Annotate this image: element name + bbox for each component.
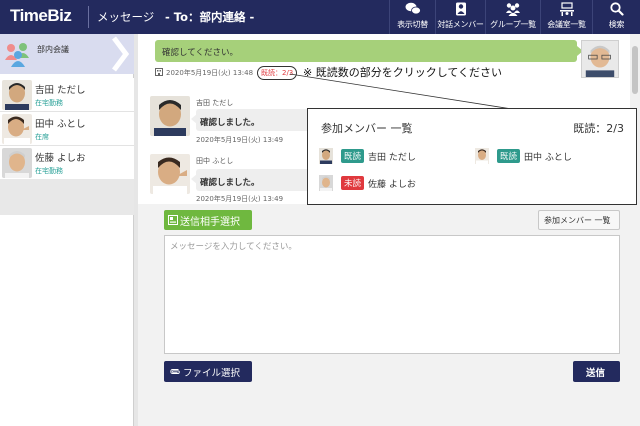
- popup-member-name: 田中 ふとし: [524, 153, 572, 163]
- message-time: 2020年5月19日(火) 13:49: [196, 136, 284, 144]
- message-text: 確認しました。: [200, 118, 260, 128]
- nav-group-list[interactable]: グループ一覧: [485, 0, 540, 34]
- building-icon: [155, 68, 163, 76]
- popup-member-name: 吉田 ただし: [368, 153, 416, 163]
- nav-label: 対話メンバー: [437, 20, 484, 29]
- sidebar: 部内会議 吉田 ただし 在宅勤務 田中 ふとし 在席 佐藤 よしお 在宅勤務: [0, 34, 134, 426]
- popup-member-sato[interactable]: 未読 佐藤 よしお: [319, 174, 459, 192]
- group-room-icon: [5, 43, 29, 67]
- avatar: [2, 80, 32, 110]
- my-avatar: [581, 40, 619, 78]
- scrollbar-thumb[interactable]: [632, 46, 638, 94]
- search-icon: [609, 2, 624, 16]
- message-sender: 田中 ふとし: [196, 157, 234, 165]
- member-status: 在宅勤務: [35, 99, 63, 107]
- main-panel: 確認してください。 2020年5月19日(火) 13:48 既読：2/3 ※ 既…: [138, 34, 640, 426]
- sidebar-room-item[interactable]: 部内会議: [0, 34, 134, 74]
- callout-line: [289, 73, 519, 111]
- read-status-badge: 未読: [341, 176, 365, 190]
- message-time: 2020年5月19日(火) 13:49: [196, 195, 284, 203]
- my-message-text: 確認してください。: [162, 48, 238, 58]
- avatar: [150, 96, 190, 136]
- nav-search[interactable]: 検索: [592, 0, 640, 34]
- page-title: メッセージ: [97, 10, 155, 24]
- nav-label: 会議室一覧: [547, 20, 586, 29]
- room-subtitle: - To：部内連絡 -: [165, 10, 255, 24]
- chat-bubbles-icon: [405, 2, 421, 15]
- popup-read-count: 既読：2/3: [573, 122, 624, 135]
- member-status: 在席: [35, 133, 49, 141]
- file-select-label: ファイル選択: [183, 368, 241, 379]
- member-name: 吉田 ただし: [35, 85, 86, 96]
- avatar: [150, 154, 190, 194]
- select-recipient-label: 送信相手選択: [180, 217, 240, 228]
- nav-label: グループ一覧: [490, 20, 536, 29]
- file-select-button[interactable]: ファイル選択: [164, 361, 252, 382]
- nav-meeting-room-list[interactable]: 会議室一覧: [540, 0, 592, 34]
- room-name: 部内会議: [37, 45, 69, 54]
- my-message-time: 2020年5月19日(火) 13:48: [166, 69, 254, 77]
- sidebar-member-yoshida[interactable]: 吉田 ただし 在宅勤務: [0, 78, 134, 112]
- member-name: 佐藤 よしお: [35, 153, 86, 164]
- member-name: 田中 ふとし: [35, 119, 86, 130]
- message-text: 確認しました。: [200, 178, 260, 188]
- app-logo[interactable]: TimeBiz: [10, 6, 72, 26]
- participant-list-button[interactable]: 参加メンバー 一覧: [538, 210, 620, 230]
- sidebar-member-tanaka[interactable]: 田中 ふとし 在席: [0, 112, 134, 146]
- nav-display-toggle[interactable]: 表示切替: [389, 0, 435, 34]
- person-icon: [455, 2, 466, 16]
- popup-member-tanaka[interactable]: 既読 田中 ふとし: [475, 147, 615, 165]
- paperclip-icon: [170, 369, 180, 374]
- read-status-badge: 既読: [497, 149, 521, 163]
- participant-list-popup: 参加メンバー 一覧 既読：2/3 既読 吉田 ただし 既読 田中 ふとし 未読 …: [307, 108, 637, 205]
- message-input[interactable]: [164, 235, 620, 354]
- sidebar-empty-area: [0, 179, 134, 215]
- avatar: [2, 114, 32, 144]
- message-sender: 吉田 ただし: [196, 99, 234, 107]
- popup-member-name: 佐藤 よしお: [368, 180, 416, 190]
- chevron-right-icon: [112, 36, 130, 72]
- sidebar-member-sato[interactable]: 佐藤 よしお 在宅勤務: [0, 146, 134, 180]
- header-divider: [88, 6, 89, 28]
- read-status-badge: 既読: [341, 149, 365, 163]
- participant-list-label: 参加メンバー 一覧: [544, 216, 611, 225]
- nav-label: 検索: [608, 20, 625, 29]
- app-header: TimeBiz メッセージ - To：部内連絡 - 表示切替 対話メンバー グル…: [0, 0, 640, 34]
- send-label: 送信: [586, 368, 606, 379]
- member-status: 在宅勤務: [35, 167, 63, 175]
- select-recipient-button[interactable]: 送信相手選択: [164, 210, 252, 230]
- avatar: [2, 148, 32, 178]
- popup-title: 参加メンバー 一覧: [321, 122, 413, 135]
- avatar: [319, 175, 333, 191]
- avatar: [475, 148, 489, 164]
- group-icon: [506, 3, 520, 16]
- popup-member-yoshida[interactable]: 既読 吉田 ただし: [319, 147, 459, 165]
- meeting-room-icon: [559, 2, 574, 16]
- recipient-icon: [168, 215, 178, 225]
- nav-chat-members[interactable]: 対話メンバー: [435, 0, 485, 34]
- send-button[interactable]: 送信: [573, 361, 620, 382]
- avatar: [319, 148, 333, 164]
- nav-label: 表示切替: [397, 20, 428, 29]
